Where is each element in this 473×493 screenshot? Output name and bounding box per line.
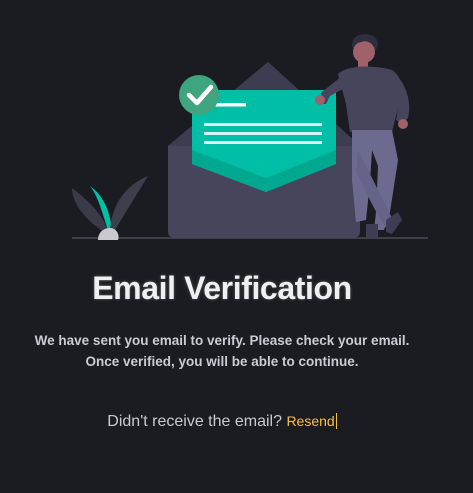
- plant-illustration: [72, 176, 148, 240]
- message-line-1: We have sent you email to verify. Please…: [34, 333, 410, 348]
- resend-row: Didn't receive the email? Resend: [0, 413, 444, 431]
- resend-link[interactable]: Resend: [286, 413, 337, 429]
- email-verification-page: Email Verification We have sent you emai…: [0, 0, 473, 493]
- verification-message: We have sent you email to verify. Please…: [0, 330, 444, 372]
- check-icon: [179, 75, 219, 115]
- message-line-2: Once verified, you will be able to conti…: [85, 354, 359, 369]
- page-title: Email Verification: [92, 270, 352, 306]
- resend-prompt: Didn't receive the email?: [107, 413, 282, 430]
- email-sent-illustration: [72, 34, 428, 240]
